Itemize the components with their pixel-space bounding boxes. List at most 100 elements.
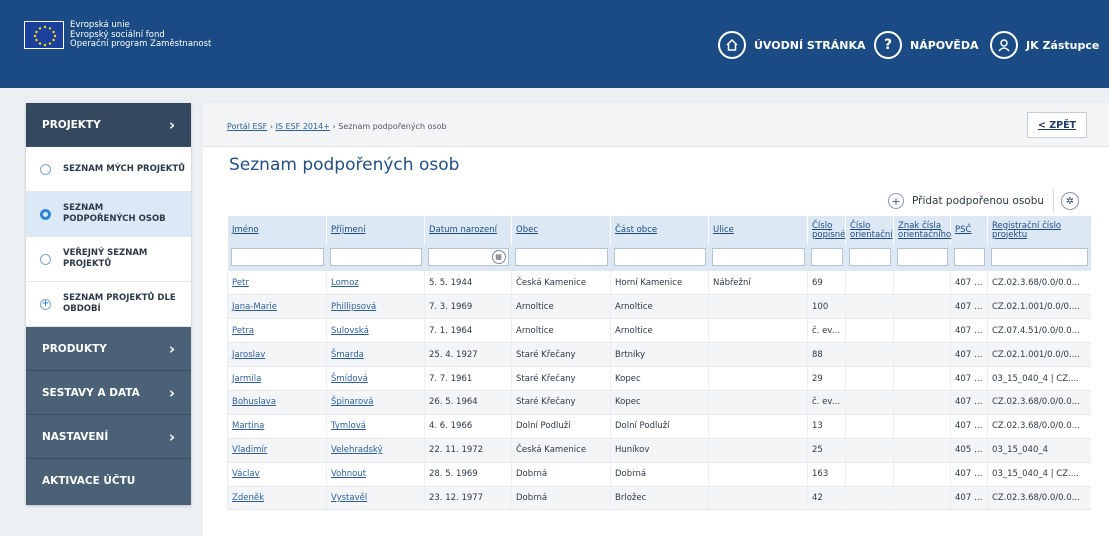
column-filter-input[interactable] xyxy=(613,248,706,266)
table-cell xyxy=(845,294,894,320)
column-filter-input[interactable]: ▦ xyxy=(427,248,509,266)
sidebar-subitem-verejny-seznam[interactable]: VEŘEJNÝ SEZNAM PROJEKTŮ xyxy=(26,237,191,282)
sidebar-item-label: AKTIVACE ÚČTU xyxy=(42,475,136,487)
sidebar-subitem-projekty-dle-obdobi[interactable]: + SEZNAM PROJEKTŮ DLE OBDOBÍ xyxy=(26,282,191,327)
table-row[interactable]: Petr Lomoz 5. 5. 1944 Česká Kamenice Horní K… xyxy=(227,271,1091,296)
column-header[interactable]: Obec xyxy=(511,216,611,245)
table-row[interactable]: Vladimír Velehradský 22. 11. 1972 Česká Kam… xyxy=(227,438,1091,463)
sidebar-item-aktivace[interactable]: AKTIVACE ÚČTU xyxy=(26,459,191,503)
gear-icon[interactable]: ✲ xyxy=(1061,192,1079,210)
first-name-link[interactable]: Jaroslav xyxy=(227,342,327,368)
nav-user-link[interactable]: JK Zástupce xyxy=(990,31,1099,59)
breadcrumb-portal-link[interactable]: Portál ESF xyxy=(227,122,267,131)
table-row[interactable]: Zdeněk Vystavěl 23. 12. 1977 Dobrná Brložec 4… xyxy=(227,486,1091,511)
nav-help-link[interactable]: ? NÁPOVĚDA xyxy=(874,31,979,59)
table-cell xyxy=(708,294,808,320)
first-name-link[interactable]: Bohuslava xyxy=(227,390,327,415)
column-header[interactable]: Číslo orientační xyxy=(845,216,894,245)
table-cell: CZ.02.1.001/0.0/0.... xyxy=(987,294,1091,320)
last-name-link[interactable]: Špinarová xyxy=(326,390,425,415)
table-row[interactable]: Jarmila Šmídová 7. 7. 1961 Staré Křečany Kop… xyxy=(227,366,1091,391)
column-filter-input[interactable] xyxy=(230,248,324,266)
table-row[interactable]: Bohuslava Špinarová 26. 5. 1964 Staré Křeča… xyxy=(227,390,1091,415)
column-filter-input[interactable] xyxy=(953,248,985,266)
first-name-link[interactable]: Zdeněk xyxy=(227,486,327,511)
table-row[interactable]: Petra Sulovská 7. 1. 1964 Arnoltice Arnoltic… xyxy=(227,318,1091,344)
table-cell: 7. 7. 1961 xyxy=(424,366,512,391)
table-cell xyxy=(845,271,894,296)
first-name-link[interactable]: Jarmila xyxy=(227,366,327,391)
table-cell: 405 02 xyxy=(950,438,988,463)
first-name-link[interactable]: Jana-Marie xyxy=(227,294,327,320)
filter-cell xyxy=(511,245,611,271)
persons-table: Jméno Příjmení Datum narození Obec Část obce… xyxy=(227,216,1091,511)
table-cell: Staré Křečany xyxy=(511,366,611,391)
table-row[interactable]: Jaroslav Šmarda 25. 4. 1927 Staré Křečany Br… xyxy=(227,342,1091,368)
table-row[interactable]: Václav Vohnout 28. 5. 1969 Dobrná Dobrná 163 4… xyxy=(227,462,1091,487)
table-cell xyxy=(893,486,951,511)
table-cell: Staré Křečany xyxy=(511,342,611,368)
column-header[interactable]: Registrační číslo projektu xyxy=(987,216,1091,245)
column-filter-input[interactable] xyxy=(896,248,948,266)
table-row[interactable]: Jana-Marie Phillipsová 7. 3. 1969 Arnoltice… xyxy=(227,294,1091,320)
table-cell: CZ.02.3.68/0.0/0.0... xyxy=(987,486,1091,511)
sidebar-item-sestavy[interactable]: SESTAVY A DATA › xyxy=(26,371,191,415)
column-header[interactable]: PSČ xyxy=(950,216,988,245)
breadcrumb-is-esf-link[interactable]: IS ESF 2014+ xyxy=(276,122,330,131)
table-cell: 7. 1. 1964 xyxy=(424,318,512,344)
last-name-link[interactable]: Phillipsová xyxy=(326,294,425,320)
table-cell xyxy=(845,462,894,487)
sidebar-item-nastaveni[interactable]: NASTAVENÍ › xyxy=(26,415,191,459)
breadcrumb: Portál ESF › IS ESF 2014+ › Seznam podpo… xyxy=(227,122,447,131)
table-cell xyxy=(893,462,951,487)
sidebar-subitem-label: SEZNAM PROJEKTŮ DLE OBDOBÍ xyxy=(63,293,176,314)
last-name-link[interactable]: Vohnout xyxy=(326,462,425,487)
table-cell: Dobrná xyxy=(511,486,611,511)
filter-cell xyxy=(610,245,709,271)
last-name-link[interactable]: Velehradský xyxy=(326,438,425,463)
sidebar-item-projekty[interactable]: PROJEKTY › xyxy=(26,103,191,147)
sidebar-item-label: SESTAVY A DATA xyxy=(42,386,140,399)
column-filter-input[interactable] xyxy=(711,248,805,266)
first-name-link[interactable]: Petr xyxy=(227,271,327,296)
column-header[interactable]: Číslo popisné xyxy=(807,216,846,245)
eu-flag-logo[interactable] xyxy=(24,21,64,49)
back-button[interactable]: < ZPĚT xyxy=(1027,112,1087,138)
column-header[interactable]: Příjmení xyxy=(326,216,425,245)
column-header[interactable]: Část obce xyxy=(610,216,709,245)
column-filter-input[interactable] xyxy=(810,248,843,266)
last-name-link[interactable]: Lomoz xyxy=(326,271,425,296)
column-filter-input[interactable] xyxy=(848,248,891,266)
table-cell: 100 xyxy=(807,294,846,320)
last-name-link[interactable]: Šmídová xyxy=(326,366,425,391)
last-name-link[interactable]: Sulovská xyxy=(326,318,425,344)
table-row[interactable]: Martina Tymlová 4. 6. 1966 Dolní Podluží Dol… xyxy=(227,414,1091,439)
column-header[interactable]: Datum narození xyxy=(424,216,512,245)
first-name-link[interactable]: Martina xyxy=(227,414,327,439)
nav-home-label: ÚVODNÍ STRÁNKA xyxy=(754,38,866,52)
first-name-link[interactable]: Petra xyxy=(227,318,327,344)
column-filter-input[interactable] xyxy=(514,248,608,266)
column-header[interactable]: Znak čísla orientačního xyxy=(893,216,951,245)
sidebar-subitem-podporene-osoby[interactable]: SEZNAM PODPOŘENÝCH OSOB xyxy=(26,192,191,237)
last-name-link[interactable]: Šmarda xyxy=(326,342,425,368)
page-title: Seznam podpořených osob xyxy=(229,155,460,175)
first-name-link[interactable]: Václav xyxy=(227,462,327,487)
calendar-icon[interactable]: ▦ xyxy=(491,250,506,264)
table-cell: č. ev.... xyxy=(807,318,846,344)
table-cell: Horní Kamenice xyxy=(610,271,709,296)
sidebar-subitem-moje-projekty[interactable]: SEZNAM MÝCH PROJEKTŮ xyxy=(26,147,191,192)
nav-home-link[interactable]: ÚVODNÍ STRÁNKA xyxy=(718,31,866,59)
table-cell xyxy=(845,438,894,463)
table-cell xyxy=(845,390,894,415)
column-header[interactable]: Ulice xyxy=(708,216,808,245)
add-person-button[interactable]: + Přidat podpořenou osobu xyxy=(879,189,1054,213)
first-name-link[interactable]: Vladimír xyxy=(227,438,327,463)
table-cell: 03_15_040_4 | CZ.... xyxy=(987,366,1091,391)
column-filter-input[interactable] xyxy=(329,248,422,266)
last-name-link[interactable]: Vystavěl xyxy=(326,486,425,511)
sidebar-item-produkty[interactable]: PRODUKTY › xyxy=(26,327,191,371)
column-filter-input[interactable] xyxy=(990,248,1088,266)
column-header[interactable]: Jméno xyxy=(227,216,327,245)
last-name-link[interactable]: Tymlová xyxy=(326,414,425,439)
